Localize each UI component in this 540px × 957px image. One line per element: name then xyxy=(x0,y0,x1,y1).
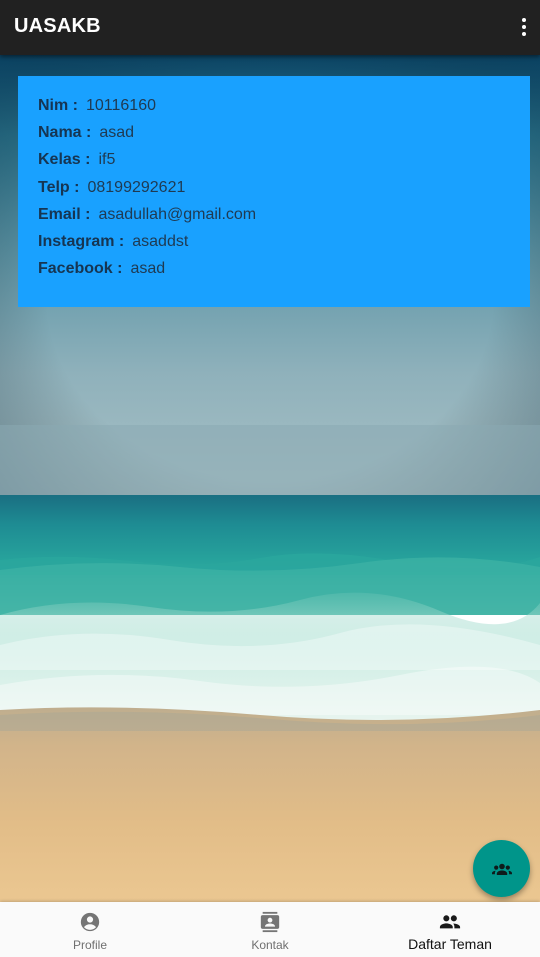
profile-row-facebook: Facebook : asad xyxy=(38,260,166,278)
more-vert-icon[interactable] xyxy=(512,10,536,44)
app-bar: UASAKB xyxy=(0,0,540,55)
nav-item-daftar-teman[interactable]: Daftar Teman xyxy=(360,902,540,957)
contacts-icon xyxy=(260,911,280,933)
bottom-navigation: Profile Kontak Daftar Teman xyxy=(0,902,540,957)
group-icon xyxy=(491,863,512,875)
profile-card: Nim :10116160 Nama : asad Kelas : if5 Telp… xyxy=(18,76,530,307)
profile-row-instagram: Instagram : asaddst xyxy=(38,232,189,250)
profile-row-email: Email : asadullah@gmail.com xyxy=(38,205,257,223)
nav-label-profile: Profile xyxy=(72,938,107,952)
nav-item-profile[interactable]: Profile xyxy=(0,902,180,957)
nav-label-daftar-teman: Daftar Teman xyxy=(408,936,492,952)
nav-item-kontak[interactable]: Kontak xyxy=(180,902,360,957)
profile-row-nim: Nim :10116160 xyxy=(38,97,156,114)
profile-row-telp: Telp :08199292621 xyxy=(38,178,186,196)
group-fab-button[interactable] xyxy=(473,840,530,897)
profile-row-kelas: Kelas : if5 xyxy=(38,151,116,169)
people-icon xyxy=(439,915,461,929)
app-title: UASAKB xyxy=(14,15,101,37)
profile-row-nama: Nama : asad xyxy=(38,124,135,142)
nav-label-kontak: Kontak xyxy=(251,938,289,952)
account-circle-icon xyxy=(80,912,100,932)
